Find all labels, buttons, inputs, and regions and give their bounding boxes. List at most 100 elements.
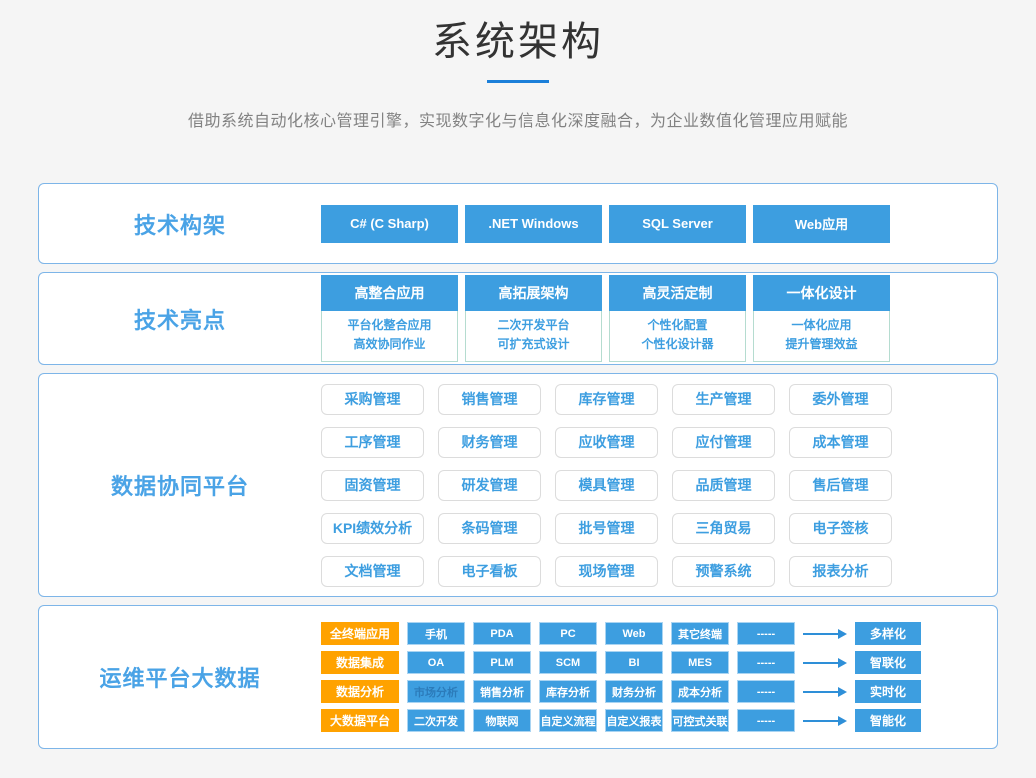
module-button[interactable]: 现场管理 — [555, 556, 658, 587]
bigdata-category-label: 数据集成 — [321, 651, 399, 674]
module-button[interactable]: 条码管理 — [438, 513, 541, 544]
bigdata-category-label: 全终端应用 — [321, 622, 399, 645]
page-title: 系统架构 — [0, 20, 1036, 64]
arrow-right-icon — [803, 629, 847, 639]
highlight-card-body: 二次开发平台可扩充式设计 — [465, 311, 602, 362]
bigdata-item[interactable]: ----- — [737, 622, 795, 645]
bigdata-item[interactable]: 成本分析 — [671, 680, 729, 703]
system-architecture-page: 系统架构 借助系统自动化核心管理引擎，实现数字化与信息化深度融合，为企业数值化管… — [0, 0, 1036, 749]
module-button[interactable]: 文档管理 — [321, 556, 424, 587]
tech-stack-button[interactable]: C# (C Sharp) — [321, 205, 458, 243]
highlight-card: 高灵活定制个性化配置个性化设计器 — [609, 275, 746, 362]
page-subtitle: 借助系统自动化核心管理引擎，实现数字化与信息化深度融合，为企业数值化管理应用赋能 — [0, 107, 1036, 131]
bigdata-item[interactable]: SCM — [539, 651, 597, 674]
module-button[interactable]: KPI绩效分析 — [321, 513, 424, 544]
bigdata-item[interactable]: PDA — [473, 622, 531, 645]
bigdata-row: 全终端应用手机 PDA PC Web 其它终端 ----- 多样化 — [321, 622, 921, 645]
module-button[interactable]: 销售管理 — [438, 384, 541, 415]
bigdata-item[interactable]: 可控式关联 — [671, 709, 729, 732]
bigdata-category-label: 大数据平台 — [321, 709, 399, 732]
module-button[interactable]: 电子看板 — [438, 556, 541, 587]
section-label-platform: 数据协同平台 — [39, 469, 321, 501]
highlight-card-line: 个性化设计器 — [610, 335, 745, 354]
highlight-card-line: 提升管理效益 — [754, 335, 889, 354]
section-platform: 数据协同平台 采购管理销售管理库存管理生产管理委外管理工序管理财务管理应收管理应… — [38, 373, 998, 597]
module-button[interactable]: 研发管理 — [438, 470, 541, 501]
module-button[interactable]: 成本管理 — [789, 427, 892, 458]
module-button[interactable]: 应收管理 — [555, 427, 658, 458]
module-button[interactable]: 电子签核 — [789, 513, 892, 544]
highlight-card-line: 高效协同作业 — [322, 335, 457, 354]
bigdata-item[interactable]: ----- — [737, 680, 795, 703]
bigdata-row: 大数据平台二次开发物联网自定义流程自定义报表可控式关联 ----- 智能化 — [321, 709, 921, 732]
bigdata-result-button: 智联化 — [855, 651, 921, 674]
module-button[interactable]: 固资管理 — [321, 470, 424, 501]
highlight-cards: 高整合应用平台化整合应用高效协同作业高拓展架构二次开发平台可扩充式设计高灵活定制… — [321, 275, 890, 362]
module-button[interactable]: 报表分析 — [789, 556, 892, 587]
arrow-line — [803, 691, 838, 693]
bigdata-item[interactable]: 自定义流程 — [539, 709, 597, 732]
module-button[interactable]: 预警系统 — [672, 556, 775, 587]
highlight-card-line: 二次开发平台 — [466, 316, 601, 335]
bigdata-item[interactable]: 财务分析 — [605, 680, 663, 703]
section-tech-stack: 技术构架 C# (C Sharp).NET WindowsSQL ServerW… — [38, 183, 998, 264]
highlight-card-title: 高灵活定制 — [609, 275, 746, 311]
tech-stack-button[interactable]: SQL Server — [609, 205, 746, 243]
bigdata-item[interactable]: 二次开发 — [407, 709, 465, 732]
module-button[interactable]: 品质管理 — [672, 470, 775, 501]
arrow-line — [803, 662, 838, 664]
bigdata-item[interactable]: PC — [539, 622, 597, 645]
bigdata-item[interactable]: PLM — [473, 651, 531, 674]
bigdata-item[interactable]: 自定义报表 — [605, 709, 663, 732]
highlight-card-title: 高整合应用 — [321, 275, 458, 311]
bigdata-rows: 全终端应用手机 PDA PC Web 其它终端 ----- 多样化数据集成 OA PLM SCM B… — [321, 622, 921, 732]
bigdata-result-button: 多样化 — [855, 622, 921, 645]
highlight-card: 高拓展架构二次开发平台可扩充式设计 — [465, 275, 602, 362]
bigdata-category-label: 数据分析 — [321, 680, 399, 703]
module-button[interactable]: 三角贸易 — [672, 513, 775, 544]
bigdata-item[interactable]: 销售分析 — [473, 680, 531, 703]
bigdata-item[interactable]: ----- — [737, 651, 795, 674]
section-highlights: 技术亮点 高整合应用平台化整合应用高效协同作业高拓展架构二次开发平台可扩充式设计… — [38, 272, 998, 365]
arrow-head — [838, 658, 847, 668]
module-button[interactable]: 库存管理 — [555, 384, 658, 415]
highlight-card-body: 平台化整合应用高效协同作业 — [321, 311, 458, 362]
module-button[interactable]: 售后管理 — [789, 470, 892, 501]
bigdata-item[interactable]: 库存分析 — [539, 680, 597, 703]
highlight-card: 高整合应用平台化整合应用高效协同作业 — [321, 275, 458, 362]
platform-module-grid: 采购管理销售管理库存管理生产管理委外管理工序管理财务管理应收管理应付管理成本管理… — [321, 384, 892, 587]
bigdata-item[interactable]: Web — [605, 622, 663, 645]
bigdata-result-button: 智能化 — [855, 709, 921, 732]
bigdata-item[interactable]: ----- — [737, 709, 795, 732]
tech-stack-button[interactable]: Web应用 — [753, 205, 890, 243]
bigdata-item[interactable]: 其它终端 — [671, 622, 729, 645]
bigdata-item[interactable]: MES — [671, 651, 729, 674]
bigdata-item[interactable]: BI — [605, 651, 663, 674]
bigdata-item[interactable]: 市场分析 — [407, 680, 465, 703]
module-button[interactable]: 工序管理 — [321, 427, 424, 458]
highlight-card-line: 平台化整合应用 — [322, 316, 457, 335]
bigdata-item[interactable]: 手机 — [407, 622, 465, 645]
module-button[interactable]: 财务管理 — [438, 427, 541, 458]
module-button[interactable]: 生产管理 — [672, 384, 775, 415]
bigdata-result-button: 实时化 — [855, 680, 921, 703]
arrow-line — [803, 633, 838, 635]
section-label-highlights: 技术亮点 — [39, 303, 321, 335]
arrow-line — [803, 720, 838, 722]
highlight-card-title: 高拓展架构 — [465, 275, 602, 311]
arrow-head — [838, 687, 847, 697]
tech-stack-button[interactable]: .NET Windows — [465, 205, 602, 243]
highlight-card-body: 个性化配置个性化设计器 — [609, 311, 746, 362]
bigdata-item[interactable]: OA — [407, 651, 465, 674]
page-header: 系统架构 借助系统自动化核心管理引擎，实现数字化与信息化深度融合，为企业数值化管… — [0, 0, 1036, 131]
module-button[interactable]: 采购管理 — [321, 384, 424, 415]
highlight-card-body: 一体化应用提升管理效益 — [753, 311, 890, 362]
module-button[interactable]: 批号管理 — [555, 513, 658, 544]
arrow-right-icon — [803, 716, 847, 726]
module-button[interactable]: 委外管理 — [789, 384, 892, 415]
section-label-tech-stack: 技术构架 — [39, 208, 321, 240]
highlight-card: 一体化设计一体化应用提升管理效益 — [753, 275, 890, 362]
module-button[interactable]: 应付管理 — [672, 427, 775, 458]
module-button[interactable]: 模具管理 — [555, 470, 658, 501]
bigdata-item[interactable]: 物联网 — [473, 709, 531, 732]
